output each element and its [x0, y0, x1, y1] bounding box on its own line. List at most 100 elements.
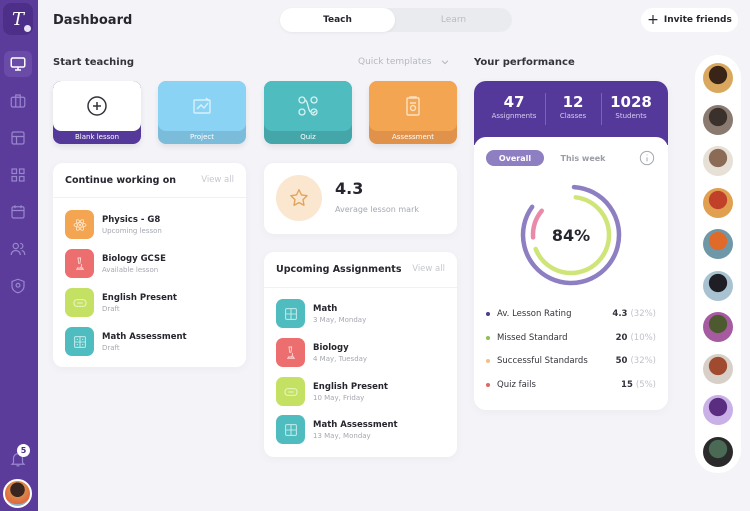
start-teaching-title: Start teaching — [53, 57, 134, 68]
calculator-icon — [73, 335, 86, 348]
sidebar-item-briefcase[interactable] — [4, 88, 32, 114]
sidebar-item-security[interactable] — [4, 273, 32, 299]
list-item[interactable]: English Present Draft — [65, 288, 177, 317]
subject-badge — [276, 299, 305, 328]
sidebar-item-calendar[interactable] — [4, 199, 32, 225]
stat-divider — [601, 93, 602, 125]
info-icon[interactable] — [639, 150, 655, 166]
friend-avatar[interactable] — [703, 229, 733, 259]
app-logo[interactable]: T — [3, 3, 33, 35]
tile-project[interactable]: Project — [158, 81, 246, 144]
list-item[interactable]: Biology GCSE Available lesson — [65, 249, 166, 278]
friends-list — [695, 55, 741, 473]
tab-teach[interactable]: Teach — [280, 8, 395, 32]
item-title: Biology GCSE — [102, 253, 166, 264]
friend-avatar[interactable] — [703, 187, 733, 218]
friend-avatar[interactable] — [703, 63, 733, 93]
list-item[interactable]: Physics - G8 Upcoming lesson — [65, 210, 162, 239]
friend-avatar[interactable] — [703, 312, 733, 342]
tile-blank-lesson[interactable]: Blank lesson — [53, 81, 141, 144]
tile-label: Blank lesson — [74, 133, 120, 141]
friend-avatar[interactable] — [703, 353, 733, 384]
item-title: Math Assessment — [102, 331, 187, 342]
legend-row: Missed Standard 20 (10%) — [486, 333, 656, 343]
tab-this-week[interactable]: This week — [554, 150, 612, 166]
list-item[interactable]: Biology 4 May, Tuesday — [276, 338, 367, 367]
legend-row: Av. Lesson Rating 4.3 (32%) — [486, 309, 656, 319]
grid-icon — [11, 168, 25, 182]
item-date: 3 May, Monday — [313, 315, 367, 324]
tile-assessment[interactable]: Assessment — [369, 81, 457, 144]
item-subtitle: Available lesson — [102, 265, 159, 274]
rating-badge — [276, 175, 322, 221]
legend-pct: (5%) — [635, 380, 656, 390]
legend-dot — [486, 336, 490, 340]
item-title: Biology — [313, 342, 349, 353]
tile-quiz[interactable]: Quiz — [264, 81, 352, 144]
legend-label: Quiz fails — [497, 380, 536, 390]
page-title: Dashboard — [53, 13, 133, 28]
quick-templates-dropdown[interactable]: Quick templates — [358, 57, 450, 67]
legend-dot — [486, 312, 490, 316]
view-all-link[interactable]: View all — [201, 175, 234, 186]
sidebar-item-dashboard[interactable] — [4, 51, 32, 77]
friend-avatar[interactable] — [703, 270, 733, 301]
legend-value: 15 — [621, 380, 633, 390]
tile-blank-lesson-face — [53, 81, 141, 131]
subject-badge — [65, 288, 94, 317]
legend-value: 20 — [615, 333, 628, 343]
subject-badge — [276, 415, 305, 444]
tile-quiz-face — [264, 81, 352, 131]
list-item[interactable]: Math Assessment Draft — [65, 327, 187, 356]
layout-icon — [11, 131, 25, 145]
sidebar-item-layout[interactable] — [4, 125, 32, 151]
microscope-icon — [286, 346, 295, 359]
performance-title: Your performance — [474, 57, 575, 68]
performance-body: Overall This week 84% Av. Lesson Rating … — [474, 137, 668, 410]
performance-ring-chart: 84% — [520, 184, 622, 286]
chat-icon — [73, 298, 86, 307]
friend-avatar[interactable] — [703, 146, 733, 176]
invite-friends-button[interactable]: + Invite friends — [641, 8, 738, 32]
legend-label: Av. Lesson Rating — [497, 309, 572, 319]
view-all-link[interactable]: View all — [412, 264, 445, 275]
list-item[interactable]: Math 3 May, Monday — [276, 299, 366, 328]
clipboard-icon — [406, 96, 420, 116]
legend-row: Successful Standards 50 (32%) — [486, 356, 656, 366]
tile-assessment-face — [369, 81, 457, 131]
user-avatar[interactable] — [3, 479, 32, 508]
tile-label: Quiz — [300, 133, 316, 141]
item-subtitle: Draft — [102, 304, 120, 313]
calendar-icon — [11, 205, 25, 219]
stat-value: 12 — [562, 93, 584, 111]
friend-avatar[interactable] — [703, 436, 733, 467]
list-item[interactable]: Math Assessment 13 May, Monday — [276, 415, 398, 444]
friend-avatar[interactable] — [703, 395, 733, 425]
calculator-icon — [284, 307, 297, 320]
microscope-icon — [75, 257, 84, 270]
list-item[interactable]: English Present 10 May, Friday — [276, 377, 388, 406]
stat-label: Students — [615, 112, 647, 120]
subject-badge — [65, 327, 94, 356]
stat-assignments: 47 Assignments — [486, 93, 542, 120]
sidebar: T 5 — [0, 0, 38, 511]
sidebar-item-grid[interactable] — [4, 162, 32, 188]
stat-label: Assignments — [491, 112, 537, 120]
sidebar-item-users[interactable] — [4, 236, 32, 262]
tab-overall[interactable]: Overall — [486, 150, 544, 166]
briefcase-icon — [10, 94, 26, 108]
subject-badge — [65, 210, 94, 239]
tab-learn[interactable]: Learn — [395, 8, 512, 32]
stat-label: Classes — [559, 112, 587, 120]
item-subtitle: Draft — [102, 343, 120, 352]
legend-label: Missed Standard — [497, 333, 568, 343]
stat-classes: 12 Classes — [548, 93, 598, 120]
friend-avatar[interactable] — [703, 104, 733, 135]
continue-working-title: Continue working on — [65, 175, 177, 186]
legend-value: 50 — [615, 356, 628, 366]
performance-stats: 47 Assignments 12 Classes 1028 Students — [474, 81, 668, 145]
stat-value: 47 — [503, 93, 525, 111]
project-icon — [193, 97, 211, 114]
star-icon — [290, 189, 308, 206]
chevron-down-icon — [441, 60, 448, 65]
